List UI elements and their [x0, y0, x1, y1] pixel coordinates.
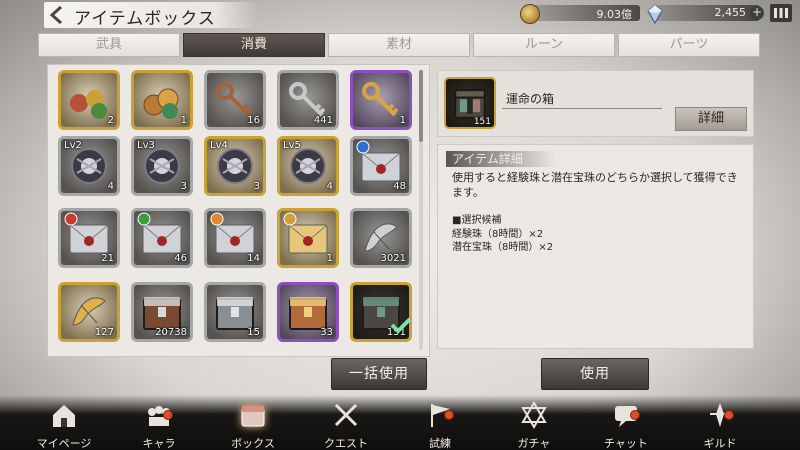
item-count: 20738	[155, 327, 187, 338]
item-count: 15	[247, 327, 260, 338]
inventory-slot[interactable]: 3021	[350, 208, 412, 268]
item-count: 3	[253, 181, 260, 192]
tab-materials[interactable]: 素材	[328, 33, 470, 57]
back-arrow-icon[interactable]	[44, 2, 70, 28]
inventory-slot[interactable]: 33	[277, 282, 339, 342]
item-count: 4	[107, 181, 114, 192]
inventory-slot[interactable]: Lv5 4	[277, 136, 339, 196]
gold-amount: 9.03億	[596, 8, 633, 21]
nav-item[interactable]: ガチャ	[494, 400, 574, 450]
level-label: Lv2	[64, 140, 82, 151]
gem-amount: 2,455	[714, 6, 747, 19]
level-label: Lv3	[137, 140, 155, 151]
nav-label: ボックス	[231, 437, 275, 450]
item-count: 46	[174, 253, 187, 264]
item-count: 1	[326, 253, 333, 264]
nav-label: チャット	[604, 437, 648, 450]
nav-item[interactable]: キャラ	[119, 400, 199, 450]
nav-label: ガチャ	[517, 437, 551, 450]
item-name: 運命の箱	[506, 92, 555, 106]
nav-item[interactable]: チャット	[586, 400, 666, 450]
nav-item[interactable]: 試練	[400, 400, 480, 450]
item-count: 14	[247, 253, 260, 264]
inventory-slot[interactable]: 48	[350, 136, 412, 196]
nav-item[interactable]: クエスト	[306, 400, 386, 450]
selected-item-count: 151	[473, 117, 491, 127]
inventory-slot[interactable]: Lv4 3	[204, 136, 266, 196]
level-label: Lv5	[283, 140, 301, 151]
inventory-slot[interactable]: 21	[58, 208, 120, 268]
inventory-slot[interactable]: 127	[58, 282, 120, 342]
notification-badge	[444, 410, 454, 420]
item-count: 1	[180, 115, 187, 126]
nav-label: 試練	[429, 437, 451, 450]
inventory-slot[interactable]: Lv3 3	[131, 136, 193, 196]
swords-icon	[334, 403, 358, 427]
gold-currency: 9.03億	[520, 4, 640, 24]
tab-runes[interactable]: ルーン	[473, 33, 615, 57]
notification-badge	[163, 410, 173, 420]
inventory-slot[interactable]: 16	[204, 70, 266, 130]
tab-consumables[interactable]: 消費	[183, 33, 325, 57]
candidate-item: 潜在宝珠（8時間）×2	[452, 242, 554, 253]
add-gem-button[interactable]: +	[750, 6, 764, 20]
nav-label: キャラ	[142, 437, 176, 450]
details-button[interactable]: 詳細	[675, 107, 747, 131]
item-count: 2	[107, 115, 114, 126]
tab-weapons[interactable]: 武具	[38, 33, 180, 57]
item-count: 33	[320, 327, 333, 338]
page-title: アイテムボックス	[74, 9, 216, 29]
item-count: 16	[247, 115, 260, 126]
item-count: 3021	[380, 253, 406, 264]
house-icon	[53, 405, 75, 427]
nav-label: ギルド	[703, 437, 737, 450]
item-count: 21	[101, 253, 114, 264]
nav-item[interactable]: ギルド	[680, 400, 760, 450]
crystal-icon	[647, 4, 663, 24]
item-count: 127	[94, 327, 114, 338]
inventory-scrollbar[interactable]	[419, 70, 423, 350]
nav-label: マイページ	[36, 437, 92, 450]
item-count: 3	[180, 181, 187, 192]
inventory-slot[interactable]: Lv2 4	[58, 136, 120, 196]
candidates-title: ■選択候補	[452, 215, 502, 226]
app-root: アイテムボックス 9.03億 2,455 + 武具 消費 素材 ルーン パーツ …	[0, 0, 800, 450]
item-count: 48	[393, 181, 406, 192]
notification-badge	[630, 410, 640, 420]
inventory-slot[interactable]: 1	[131, 70, 193, 130]
nav-item[interactable]: マイページ	[24, 400, 104, 450]
nav-label: クエスト	[324, 437, 368, 450]
check-icon	[390, 317, 412, 334]
name-divider	[502, 108, 662, 109]
use-button[interactable]: 使用	[541, 358, 649, 390]
selected-item-icon: 151	[444, 77, 496, 129]
inventory-slot[interactable]: 1	[350, 70, 412, 130]
section-title: アイテム詳細	[446, 151, 556, 167]
item-count: 4	[326, 181, 333, 192]
gold-coin-icon	[520, 4, 540, 24]
level-label: Lv4	[210, 140, 228, 151]
inventory-slot[interactable]: 1	[277, 208, 339, 268]
title-banner: アイテムボックス	[44, 2, 258, 29]
menu-icon[interactable]	[770, 4, 792, 22]
gem-currency: 2,455 +	[645, 4, 764, 24]
item-description: 使用すると経験珠と潜在宝珠のどちらか選択して獲得できます。	[452, 171, 738, 199]
item-count: 441	[313, 115, 333, 126]
inventory-slot[interactable]: 20738	[131, 282, 193, 342]
inventory-slot[interactable]: 14	[204, 208, 266, 268]
item-count: 1	[399, 115, 406, 126]
inventory-slot[interactable]: 15	[204, 282, 266, 342]
inventory-slot[interactable]: 46	[131, 208, 193, 268]
bulk-use-button[interactable]: 一括使用	[331, 358, 427, 390]
box-icon	[241, 406, 265, 427]
hexagram-icon	[521, 401, 547, 429]
notification-badge	[724, 410, 734, 420]
nav-item[interactable]: ボックス	[213, 400, 293, 450]
inventory-slot[interactable]: 441	[277, 70, 339, 130]
scroll-thumb[interactable]	[419, 70, 423, 142]
inventory-slot[interactable]: 2	[58, 70, 120, 130]
tab-parts[interactable]: パーツ	[618, 33, 760, 57]
